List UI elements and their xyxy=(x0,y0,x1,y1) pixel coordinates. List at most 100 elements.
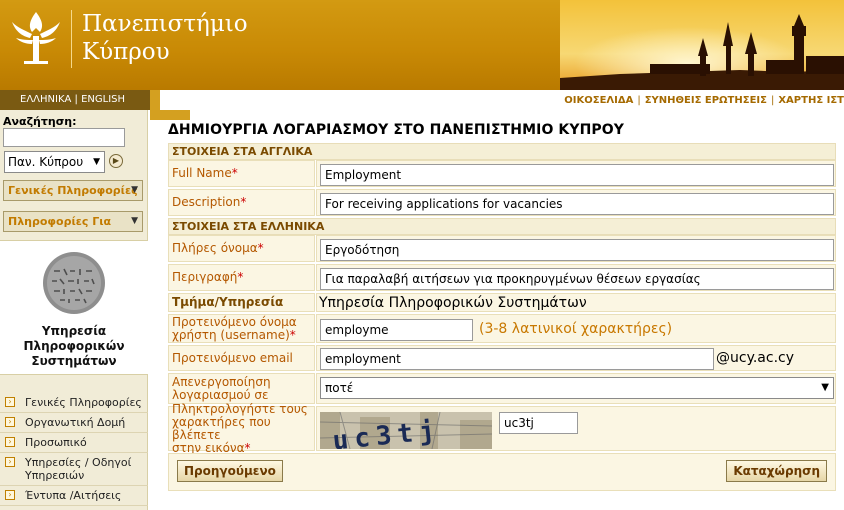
captcha-cell: uc3tj uc3tj xyxy=(316,406,836,451)
site-header: Πανεπιστήμιο Κύπρου xyxy=(0,0,844,90)
button-row: Προηγούμενο Καταχώρηση xyxy=(168,453,836,491)
arrow-bullet-icon: › xyxy=(5,417,15,427)
description-row: Description * For receiving applications … xyxy=(168,189,836,218)
sidebar-item-label: Έντυπα /Αιτήσεις xyxy=(25,489,122,502)
required-mark: * xyxy=(240,195,247,209)
email-cell: employment @ucy.ac.cy xyxy=(316,345,836,371)
full-name-gr-cell: Εργοδότηση xyxy=(316,235,836,262)
required-mark: * xyxy=(231,166,238,180)
lang-english-link[interactable]: ENGLISH xyxy=(81,94,125,105)
unit-info-box: Υπηρεσία Πληροφορικών Συστημάτων xyxy=(0,240,148,375)
username-hint: (3-8 λατινικοί χαρακτήρες) xyxy=(479,321,673,337)
description-gr-cell: Για παραλαβή αιτήσεων για προκηρυγμένων … xyxy=(316,264,836,291)
university-tree-logo-icon[interactable] xyxy=(8,6,64,68)
search-scope-select[interactable]: Παν. Κύπρου ▼ xyxy=(4,151,105,173)
sidebar-item-services[interactable]: › Υπηρεσίες / Οδηγοί Υπηρεσιών xyxy=(0,453,148,486)
top-links-bar: ΟΙΚΟΣΕΛΙΔΑ | ΣΥΝΗΘΕΙΣ ΕΡΩΤΗΣΕΙΣ | ΧΑΡΤΗΣ ΙΣΤ xyxy=(160,90,844,110)
description-gr-label: Περιγραφή * xyxy=(168,264,315,291)
sidebar-item-organization[interactable]: › Οργανωτική Δομή xyxy=(0,413,148,433)
top-link-separator: | xyxy=(637,95,641,106)
account-form: ΣΤΟΙΧΕΙΑ ΣΤΑ ΑΓΓΛΙΚΑ Full Name * Employme… xyxy=(168,143,836,491)
email-input[interactable]: employment xyxy=(320,348,714,370)
search-label: Αναζήτηση: xyxy=(3,115,77,128)
full-name-cell: Employment xyxy=(316,160,836,187)
sidebar-item-staff[interactable]: › Προσωπικό xyxy=(0,433,148,453)
email-domain: @ucy.ac.cy xyxy=(716,350,795,366)
full-name-row: Full Name * Employment xyxy=(168,160,836,189)
username-row: Προτεινόμενο όνομα χρήστη (username)* em… xyxy=(168,314,836,345)
info-for-menu[interactable]: Πληροφορίες Για ▼ xyxy=(3,211,143,232)
department-row: Τμήμα/Υπηρεσία Υπηρεσία Πληροφορικών Συσ… xyxy=(168,293,836,314)
sidebar-item-label: Οργανωτική Δομή xyxy=(25,416,126,429)
email-label: Προτεινόμενο email xyxy=(168,345,315,371)
sidebar: Αναζήτηση: Παν. Κύπρου ▼ ▶ Γενικές Πληρο… xyxy=(0,110,148,510)
sitemap-link[interactable]: ΧΑΡΤΗΣ ΙΣΤ xyxy=(778,95,844,106)
campus-sunset-image xyxy=(560,0,844,90)
sidebar-item-forms[interactable]: › Έντυπα /Αιτήσεις xyxy=(0,486,148,506)
full-name-label: Full Name * xyxy=(168,160,315,187)
description-input[interactable]: For receiving applications for vacancies xyxy=(320,193,834,215)
university-name-line1: Πανεπιστήμιο xyxy=(82,11,248,37)
university-name-line2: Κύπρου xyxy=(82,39,170,65)
university-name[interactable]: Πανεπιστήμιο Κύπρου xyxy=(82,10,248,66)
required-mark: * xyxy=(237,270,244,284)
search-go-icon[interactable]: ▶ xyxy=(109,154,123,168)
search-input[interactable] xyxy=(3,128,125,147)
search-scope-value: Παν. Κύπρου xyxy=(8,155,84,169)
language-bar: ΕΛΛΗΝΙΚΑ | ENGLISH xyxy=(0,90,160,110)
description-cell: For receiving applications for vacancies xyxy=(316,189,836,216)
chevron-down-icon: ▼ xyxy=(821,382,829,393)
full-name-gr-row: Πλήρες όνομα * Εργοδότηση xyxy=(168,235,836,264)
description-label: Description * xyxy=(168,189,315,216)
full-name-input[interactable]: Employment xyxy=(320,164,834,186)
captcha-image: uc3tj xyxy=(320,412,492,449)
lang-separator: | xyxy=(74,94,78,105)
sidebar-item-general-info[interactable]: › Γενικές Πληροφορίες xyxy=(0,393,148,413)
description-gr-input[interactable]: Για παραλαβή αιτήσεων για προκηρυγμένων … xyxy=(320,268,834,290)
captcha-row: Πληκτρολογήστε τους χαρακτήρες που βλέπε… xyxy=(168,402,836,454)
username-cell: employme (3-8 λατινικοί χαρακτήρες) xyxy=(316,314,836,343)
department-cell: Υπηρεσία Πληροφορικών Συστημάτων xyxy=(316,293,836,312)
chevron-down-icon: ▼ xyxy=(93,157,100,167)
logo-divider xyxy=(71,10,72,68)
captcha-label: Πληκτρολογήστε τους χαρακτήρες που βλέπε… xyxy=(168,402,315,454)
deactivate-value: ποτέ xyxy=(325,381,354,395)
previous-button[interactable]: Προηγούμενο xyxy=(177,460,283,482)
required-mark: * xyxy=(257,241,264,255)
chevron-down-icon: ▼ xyxy=(131,185,138,195)
sidebar-item-label: Προσωπικό xyxy=(25,436,87,449)
section-greek-header: ΣΤΟΙΧΕΙΑ ΣΤΑ ΕΛΛΗΝΙΚΑ xyxy=(168,218,836,235)
sidebar-item-label: Υπηρεσίες / Οδηγοί Υπηρεσιών xyxy=(25,456,132,482)
info-for-menu-label: Πληροφορίες Για xyxy=(8,215,112,228)
top-link-separator: | xyxy=(770,95,775,106)
description-gr-row: Περιγραφή * Για παραλαβή αιτήσεων για προ… xyxy=(168,264,836,293)
captcha-input[interactable]: uc3tj xyxy=(499,412,578,434)
deactivate-label: Απενεργοποίηση λογαριασμού σε xyxy=(168,373,315,404)
chevron-down-icon: ▼ xyxy=(131,216,138,226)
department-label: Τμήμα/Υπηρεσία xyxy=(168,293,315,312)
unit-name[interactable]: Υπηρεσία Πληροφορικών Συστημάτων xyxy=(0,324,148,369)
general-info-menu-label: Γενικές Πληροφορίες xyxy=(8,184,138,197)
lang-greek-link[interactable]: ΕΛΛΗΝΙΚΑ xyxy=(20,94,71,105)
required-mark: * xyxy=(289,327,296,342)
arrow-bullet-icon: › xyxy=(5,397,15,407)
deactivate-select[interactable]: ποτέ ▼ xyxy=(320,377,834,399)
general-info-menu[interactable]: Γενικές Πληροφορίες ▼ xyxy=(3,180,143,201)
section-english-header: ΣΤΟΙΧΕΙΑ ΣΤΑ ΑΓΓΛΙΚΑ xyxy=(168,143,836,160)
username-label: Προτεινόμενο όνομα χρήστη (username)* xyxy=(168,314,315,343)
sidebar-item-label: Γενικές Πληροφορίες xyxy=(25,396,142,409)
arrow-bullet-icon: › xyxy=(5,437,15,447)
submit-button[interactable]: Καταχώρηση xyxy=(726,460,827,482)
ancient-seal-image xyxy=(43,252,105,314)
sidebar-nav: › Γενικές Πληροφορίες › Οργανωτική Δομή … xyxy=(0,393,148,506)
faq-link[interactable]: ΣΥΝΗΘΕΙΣ ΕΡΩΤΗΣΕΙΣ xyxy=(645,95,767,106)
arrow-bullet-icon: › xyxy=(5,490,15,500)
full-name-gr-input[interactable]: Εργοδότηση xyxy=(320,239,834,261)
home-link[interactable]: ΟΙΚΟΣΕΛΙΔΑ xyxy=(564,95,633,106)
username-input[interactable]: employme xyxy=(320,319,473,341)
page-title: ΔΗΜΙΟΥΡΓΙΑ ΛΟΓΑΡΙΑΣΜΟΥ ΣΤΟ ΠΑΝΕΠΙΣΤΗΜΙΟ … xyxy=(168,122,625,138)
full-name-gr-label: Πλήρες όνομα * xyxy=(168,235,315,262)
unit-name-line3: Συστημάτων xyxy=(31,354,117,368)
department-value: Υπηρεσία Πληροφορικών Συστημάτων xyxy=(319,295,587,311)
email-row: Προτεινόμενο email employment @ucy.ac.cy xyxy=(168,345,836,373)
